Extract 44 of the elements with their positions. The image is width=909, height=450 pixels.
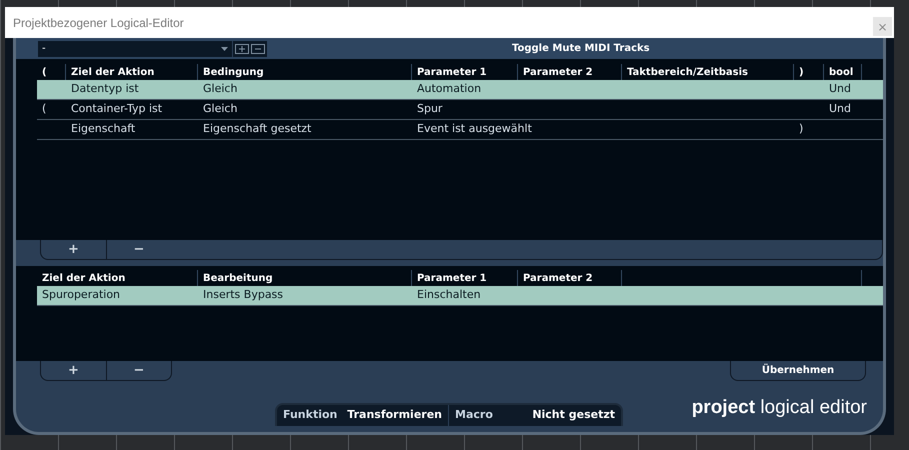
- table-cell: Spur: [417, 102, 442, 116]
- remove-button[interactable]: −: [107, 240, 171, 259]
- remove-preset-icon[interactable]: [251, 44, 265, 54]
- preset-name: Toggle Mute MIDI Tracks: [512, 42, 650, 56]
- column-header: Parameter 2: [523, 66, 593, 80]
- table-row[interactable]: Datentyp ist Gleich Automation Und: [37, 80, 883, 100]
- apply-button[interactable]: Übernehmen: [730, 361, 866, 381]
- table-cell: Inserts Bypass: [203, 288, 284, 302]
- column-header: ): [799, 66, 804, 80]
- table-cell: Gleich: [203, 102, 238, 116]
- logo-text: project logical editor: [692, 396, 867, 420]
- column-header: Parameter 1: [417, 272, 487, 286]
- table-cell: (: [42, 102, 46, 116]
- table-cell: Und: [829, 102, 852, 116]
- table-cell: Spuroperation: [42, 288, 120, 302]
- table-cell: Einschalten: [417, 288, 481, 302]
- add-preset-icon[interactable]: [235, 44, 249, 54]
- column-header: Parameter 1: [417, 66, 487, 80]
- macro-dropdown[interactable]: Macro Nicht gesetzt: [449, 405, 621, 426]
- column-header: Taktbereich/Zeitbasis: [627, 66, 748, 80]
- add-button[interactable]: +: [41, 361, 107, 380]
- caret-icon: [221, 46, 228, 50]
- column-header: Bearbeitung: [203, 272, 273, 286]
- preset-dropdown[interactable]: -: [38, 40, 232, 56]
- remove-button[interactable]: −: [107, 361, 171, 380]
- table-cell: Gleich: [203, 82, 238, 96]
- table-row[interactable]: Spuroperation Inserts Bypass Einschalten: [37, 286, 883, 306]
- table-cell: Eigenschaft: [71, 122, 136, 136]
- column-header: bool: [829, 66, 854, 80]
- table-cell: Eigenschaft gesetzt: [203, 122, 312, 136]
- window-title: Projektbezogener Logical-Editor: [13, 14, 184, 32]
- table-cell: Event ist ausgewählt: [417, 122, 532, 136]
- table-cell: ): [799, 122, 804, 136]
- table-cell: Container-Typ ist: [71, 102, 162, 116]
- column-header: Parameter 2: [523, 272, 593, 286]
- function-dropdown[interactable]: Funktion Transformieren: [277, 405, 449, 426]
- table-cell: Datentyp ist: [71, 82, 139, 96]
- column-header: Ziel der Aktion: [42, 272, 126, 286]
- add-button[interactable]: +: [41, 240, 107, 259]
- table-cell: Automation: [417, 82, 482, 96]
- column-header: Bedingung: [203, 66, 264, 80]
- column-header: Ziel der Aktion: [71, 66, 154, 80]
- table-cell: Und: [829, 82, 852, 96]
- column-header: (: [42, 66, 47, 80]
